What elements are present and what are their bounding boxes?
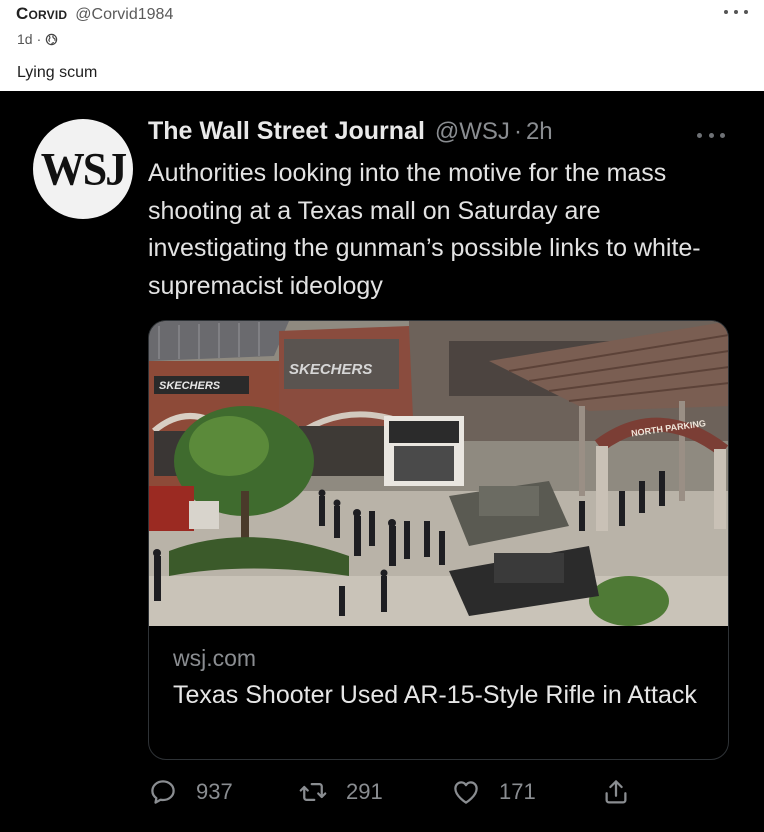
tweet-screenshot: WSJ The Wall Street Journal @WSJ · 2h Au… [0,91,764,832]
globe-icon [46,33,58,45]
link-card: SKECHERS SKECHERS NORTH PARKING wsj.com … [148,320,729,760]
tweet-header: The Wall Street Journal @WSJ · 2h [148,117,553,146]
share-action [601,777,649,807]
more-options-icon[interactable] [724,6,748,18]
tweet-text: Authorities looking into the motive for … [148,159,701,300]
retweet-icon [299,783,327,801]
post-meta: 1d · [17,31,58,47]
reply-action: 937 [148,777,233,807]
store-sign-left: SKECHERS [159,380,221,392]
heart-icon [454,781,478,804]
author-name[interactable]: Corvid [16,4,67,24]
like-action: 171 [451,777,536,807]
tweet-author-name: The Wall Street Journal [148,117,425,145]
tweet-more-icon [697,133,725,139]
author-handle[interactable]: @Corvid1984 [75,6,173,24]
card-domain: wsj.com [173,645,257,671]
tweet-author-handle: @WSJ [434,118,510,145]
store-sign-center: SKECHERS [289,361,372,378]
meta-separator: · [36,31,42,47]
retweet-action: 291 [298,777,383,807]
post-text: Lying scum [17,64,98,81]
post-age[interactable]: 1d [17,31,33,47]
wsj-avatar: WSJ [33,119,133,219]
retweet-count: 291 [346,779,383,804]
like-count: 171 [499,779,536,804]
news-photo: SKECHERS SKECHERS NORTH PARKING [149,321,728,626]
share-icon [605,780,627,804]
reply-count: 937 [196,779,233,804]
avatar-logo-text: WSJ [40,143,127,195]
tweet-separator: · [513,118,522,145]
reply-icon [151,780,175,804]
card-title: Texas Shooter Used AR-15-Style Rifle in … [173,681,697,709]
tweet-actions: 937 291 171 [148,777,648,811]
tweet-time: 2h [525,118,553,145]
post-header: Corvid @Corvid1984 [16,4,173,26]
